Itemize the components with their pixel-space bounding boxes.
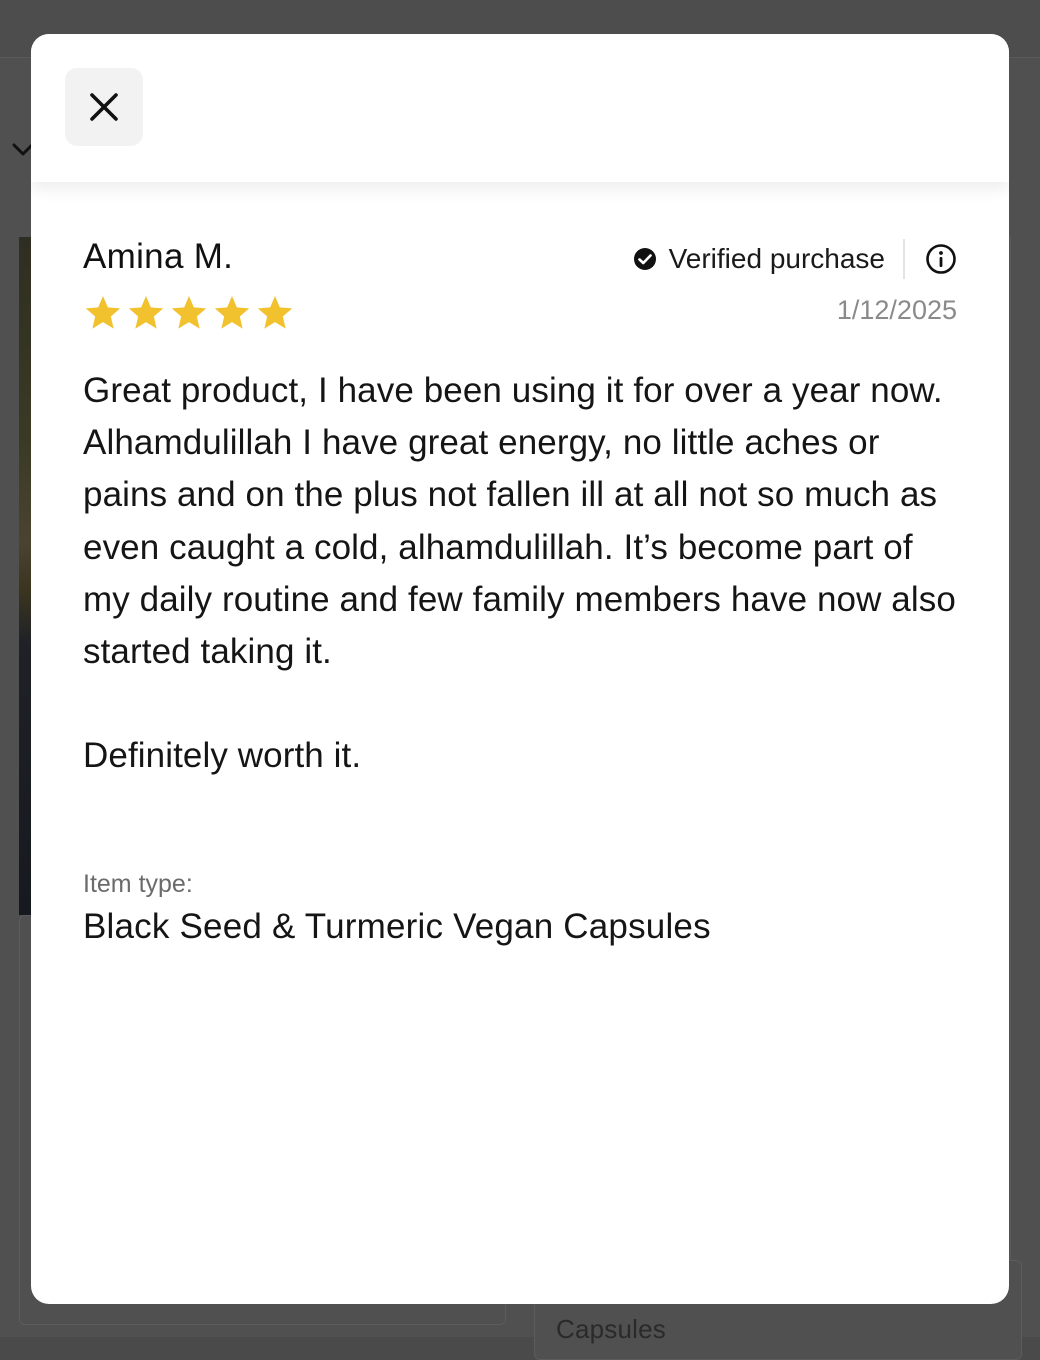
review-paragraph: Great product, I have been using it for … [83,371,956,672]
verified-purchase-badge: Verified purchase [633,239,885,279]
star-rating [83,293,295,333]
close-button[interactable] [65,68,143,146]
star-icon [214,296,250,329]
star-icon [128,296,164,329]
background-product-image [19,237,31,915]
modal-header [31,34,1009,182]
background-caption: Capsules [556,1314,666,1344]
item-type-value: Black Seed & Turmeric Vegan Capsules [83,907,711,946]
star-icon [85,296,121,329]
star-icon [257,296,293,329]
close-icon [90,93,118,121]
star-icon [171,296,207,329]
verified-purchase-label: Verified purchase [668,243,885,274]
review-body: Great product, I have been using it for … [83,365,957,782]
reviewer-name: Amina M. [83,237,234,276]
review-modal: Amina M. Verified purchase 1/12/2025 Gre… [31,34,1009,1304]
info-icon[interactable] [925,243,957,275]
review-date: 1/12/2025 [836,295,957,325]
badge-divider [903,239,905,279]
item-type-label: Item type: [83,870,193,898]
review-paragraph: Definitely worth it. [83,736,362,776]
background-panel [1010,237,1022,1277]
check-circle-icon [633,248,656,270]
